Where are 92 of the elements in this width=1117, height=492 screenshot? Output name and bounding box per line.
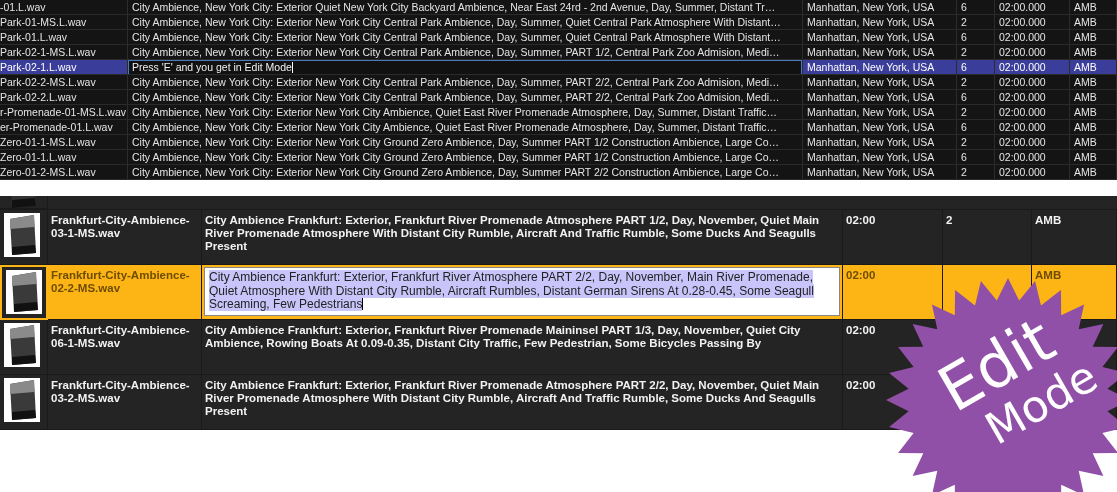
category-cell: AMB [1070,90,1117,104]
duration-cell: 02:00.000 [995,105,1070,119]
description-cell-text: City Ambience Frankfurt: Exterior, Frankfurt River Promenade Maininsel PART 1/3, Day, November, Quiet City Ambience, Rowing Boats At 0.09-0.35, Distant City Traffic, Few Pedestrian, Some Bicycles Passing By [205,324,802,350]
description-cell: City Ambience, New York City: Exterior New York City Central Park Ambience, Day, Summer, PART 1/2, Central Park Zoo Admision, Medi… [128,45,803,59]
location-cell: Manhattan, New York, USA [803,60,957,74]
description-cell: City Ambience, New York City: Exterior New York City Central Park Ambience, Day, Summer, Quiet Central Park Atmosphere With Distant… [128,30,803,44]
file-name-cell-text: Frankfurt-City-Ambience-02-2-MS.wav [51,269,191,295]
description-cell: City Ambience, New York City: Exterior New York City Central Park Ambience, Day, Summer, Quiet Central Park Atmosphere With Distant… [128,15,803,29]
description-cell: City Ambience, New York City: Exterior New York City Central Park Ambience, Day, Summer, PART 2/2, Central Park Zoo Admision, Medi… [128,75,803,89]
category-cell-text: AMB [1035,214,1063,227]
channels-cell: 2 [957,165,995,179]
location-cell: Manhattan, New York, USA [803,45,957,59]
box-icon [4,378,40,422]
category-cell: AMB [1070,30,1117,44]
description-cell: City Ambience, New York City: Exterior Quiet New York City Backyard Ambience, Near East 24rd - 2nd Avenue, Day, Summer, Distant Tr… [128,0,803,14]
box-icon [6,270,42,314]
description-cell-text: City Ambience Frankfurt: Exterior, Frankfurt River Promenade Atmosphere PART 1/2, Day, November, Quiet Main River Promenade Atmosphere With Distant City Rumble, Aircraft And Traffic Rumble, Some Ducks And Seagulls Present [205,214,821,253]
channels-cell: 2 [957,105,995,119]
description-cell: City Ambience, New York City: Exterior New York City Ground Zero Ambience, Day, Summer PART 2/2 Construction Ambience, Large Co… [128,165,803,179]
duration-cell: 02:00.000 [995,135,1070,149]
category-cell: AMB [1070,45,1117,59]
category-cell: AMB [1070,15,1117,29]
duration-cell: 02:00.000 [995,30,1070,44]
category-cell: AMB [1070,60,1117,74]
duration-cell: 02:00.000 [995,60,1070,74]
file-name-cell-text: Frankfurt-City-Ambience-03-2-MS.wav [51,379,191,405]
channels-cell: 6 [957,150,995,164]
location-cell: Manhattan, New York, USA [803,120,957,134]
file-name-cell: Zero-01-1-MS.L.wav [0,135,128,149]
location-cell: Manhattan, New York, USA [803,0,957,14]
duration-cell: 02:00.000 [995,15,1070,29]
channels-cell: 2 [957,45,995,59]
location-cell: Manhattan, New York, USA [803,105,957,119]
file-name-cell: Zero-01-2-MS.L.wav [0,165,128,179]
file-name-cell: Park-02-2.L.wav [0,90,128,104]
location-cell: Manhattan, New York, USA [803,15,957,29]
file-name-cell: -01.L.wav [0,0,128,14]
duration-cell-text: 02:00 [846,214,877,227]
location-cell: Manhattan, New York, USA [803,75,957,89]
file-name-cell: r-Promenade-01-MS.L.wav [0,105,128,119]
duration-cell: 02:00.000 [995,0,1070,14]
file-name-cell: Park-01.L.wav [0,30,128,44]
category-cell: AMB [1070,150,1117,164]
channels-cell: 2 [957,75,995,89]
description-cell: City Ambience, New York City: Exterior New York City Central Park Ambience, Day, Summer, PART 2/2, Central Park Zoo Admision, Medi… [128,90,803,104]
selected-row[interactable] [0,265,1117,320]
location-cell: Manhattan, New York, USA [803,90,957,104]
box-icon [4,323,40,367]
category-cell: AMB [1070,75,1117,89]
file-name-cell: Park-02-1-MS.L.wav [0,45,128,59]
category-cell: AMB [1070,135,1117,149]
location-cell: Manhattan, New York, USA [803,165,957,179]
description-field[interactable]: Press 'E' and you get in Edit Mode [128,60,802,74]
duration-cell-text: 02:00 [846,324,877,337]
category-cell: AMB [1070,120,1117,134]
description-field[interactable]: City Ambience Frankfurt: Exterior, Frankfurt River Atmosphere PART 2/2, Day, November, Main River Promenade, Quiet Atmosphere With Distant City Rumble, Aircraft Rumbles, Distant German Sirens At 0.28-0.45, Some Seagull Screaming, Few Pedestrians [204,267,840,316]
channels-cell-text: 2 [946,214,954,227]
category-cell: AMB [1070,0,1117,14]
description-cell: City Ambience, New York City: Exterior New York City Ambience, Quiet East River Promenade Atmosphere, Day, Summer, Distant Traffic… [128,120,803,134]
channels-cell: 6 [957,90,995,104]
duration-cell: 02:00.000 [995,45,1070,59]
file-name-cell: Zero-01-1.L.wav [0,150,128,164]
file-name-cell: Park-01-MS.L.wav [0,15,128,29]
file-name-cell-text: Frankfurt-City-Ambience-03-1-MS.wav [51,214,191,240]
box-icon [4,213,40,257]
description-cell: City Ambience, New York City: Exterior New York City Ambience, Quiet East River Promenade Atmosphere, Day, Summer, Distant Traffic… [128,105,803,119]
file-name-cell-text: Frankfurt-City-Ambience-06-1-MS.wav [51,324,191,350]
location-cell: Manhattan, New York, USA [803,135,957,149]
channels-cell: 6 [957,120,995,134]
channels-cell: 2 [957,15,995,29]
channels-cell: 6 [957,0,995,14]
description-cell-text: City Ambience Frankfurt: Exterior, Frankfurt River Promenade Atmosphere PART 2/2, Day, November, Quiet Main River Promenade Atmosphere With Distant City Rumble, Aircraft And Traffic Rumble, Some Ducks And Seagulls Present [205,379,821,418]
category-cell-text: AMB [1035,269,1063,282]
duration-cell: 02:00.000 [995,75,1070,89]
description-cell: City Ambience, New York City: Exterior New York City Ground Zero Ambience, Day, Summer PART 1/2 Construction Ambience, Large Co… [128,135,803,149]
file-name-cell: Park-02-1.L.wav [0,60,128,74]
location-cell: Manhattan, New York, USA [803,30,957,44]
duration-cell: 02:00.000 [995,120,1070,134]
category-cell: AMB [1070,165,1117,179]
file-name-cell: Park-02-2-MS.L.wav [0,75,128,89]
duration-cell-text: 02:00 [846,269,877,282]
channels-cell: 6 [957,60,995,74]
location-cell: Manhattan, New York, USA [803,150,957,164]
duration-cell: 02:00.000 [995,165,1070,179]
duration-cell: 02:00.000 [995,150,1070,164]
duration-cell-text: 02:00 [846,379,877,392]
duration-cell: 02:00.000 [995,90,1070,104]
category-cell: AMB [1070,105,1117,119]
channels-cell: 6 [957,30,995,44]
description-cell: City Ambience, New York City: Exterior New York City Ground Zero Ambience, Day, Summer PART 1/2 Construction Ambience, Large Co… [128,150,803,164]
file-name-cell: er-Promenade-01.L.wav [0,120,128,134]
channels-cell: 2 [957,135,995,149]
